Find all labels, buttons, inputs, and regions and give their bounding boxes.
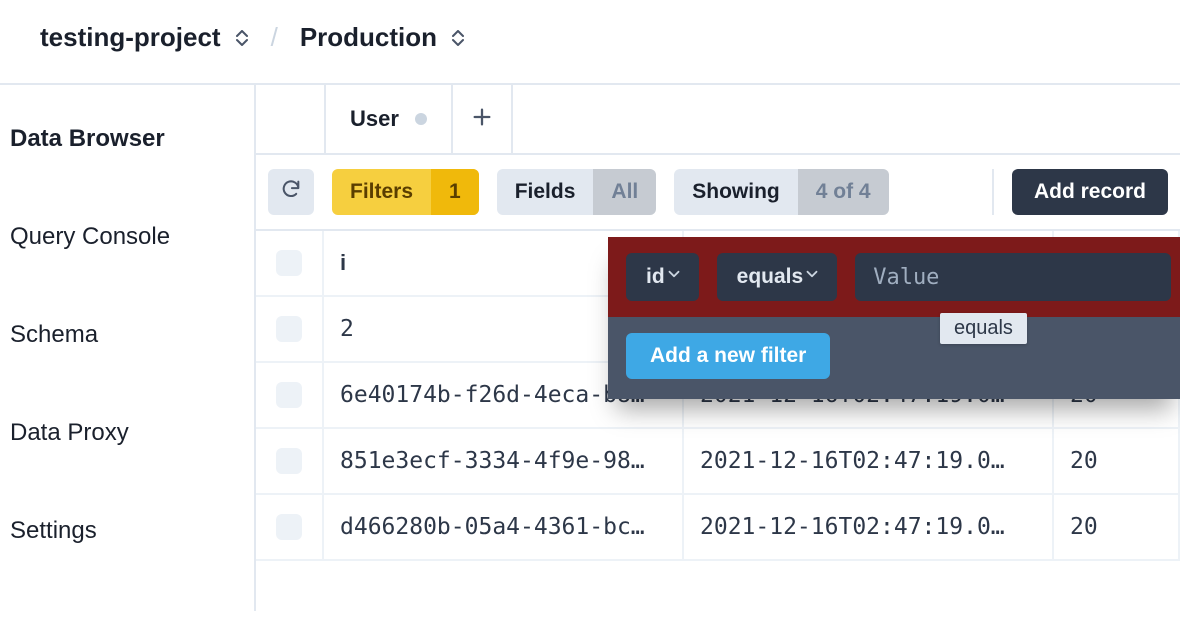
model-tabs-bar: User	[256, 85, 1180, 155]
row-select-cell[interactable]	[256, 495, 324, 559]
sidebar: Data Browser Query Console Schema Data P…	[0, 85, 256, 611]
add-record-button[interactable]: Add record	[1012, 169, 1168, 215]
select-all-cell[interactable]	[256, 231, 324, 295]
showing-label: Showing	[674, 169, 798, 215]
row-select-cell[interactable]	[256, 363, 324, 427]
filter-actions: Add a new filter	[608, 317, 1180, 399]
add-filter-label: Add a new filter	[650, 344, 806, 368]
cell-timestamp2[interactable]: 20	[1054, 429, 1180, 493]
sidebar-item-data-proxy[interactable]: Data Proxy	[10, 401, 254, 465]
sidebar-item-label: Data Proxy	[10, 419, 129, 446]
checkbox-icon	[276, 316, 302, 342]
refresh-button[interactable]	[268, 169, 314, 215]
sidebar-item-schema[interactable]: Schema	[10, 303, 254, 367]
plus-icon	[471, 106, 493, 133]
unsaved-dot-icon	[415, 113, 427, 125]
table-row[interactable]: d466280b-05a4-4361-bc… 2021-12-16T02:47:…	[256, 495, 1180, 561]
checkbox-icon	[276, 448, 302, 474]
filter-condition-row: id equals	[608, 237, 1180, 317]
breadcrumb-project[interactable]: testing-project	[40, 22, 249, 53]
breadcrumb-environment-label: Production	[300, 22, 437, 53]
filters-button[interactable]: Filters 1	[332, 169, 479, 215]
add-record-label: Add record	[1034, 180, 1146, 204]
chevron-updown-icon	[235, 30, 249, 46]
sidebar-item-settings[interactable]: Settings	[10, 499, 254, 563]
showing-button[interactable]: Showing 4 of 4	[674, 169, 888, 215]
filter-popover: id equals equals Add a new	[608, 237, 1180, 399]
breadcrumb-separator: /	[271, 22, 278, 53]
checkbox-icon	[276, 382, 302, 408]
cell-timestamp2[interactable]: 20	[1054, 495, 1180, 559]
filter-field-select[interactable]: id	[626, 253, 699, 301]
fields-button[interactable]: Fields All	[497, 169, 657, 215]
chevron-updown-icon	[451, 30, 465, 46]
cell-id[interactable]: d466280b-05a4-4361-bc…	[324, 495, 684, 559]
sidebar-item-label: Query Console	[10, 223, 170, 250]
row-select-cell[interactable]	[256, 297, 324, 361]
operator-tooltip: equals	[940, 313, 1027, 344]
content: User Filters 1 Fields All	[256, 85, 1180, 611]
sidebar-item-label: Data Browser	[10, 125, 165, 152]
table-row[interactable]: 851e3ecf-3334-4f9e-98… 2021-12-16T02:47:…	[256, 429, 1180, 495]
checkbox-icon	[276, 250, 302, 276]
add-filter-button[interactable]: Add a new filter	[626, 333, 830, 379]
breadcrumb-project-label: testing-project	[40, 22, 221, 53]
breadcrumb: testing-project / Production	[0, 0, 1180, 83]
filters-count-badge: 1	[431, 169, 479, 215]
filters-label: Filters	[332, 169, 431, 215]
model-tab-user[interactable]: User	[324, 85, 453, 153]
sidebar-item-data-browser[interactable]: Data Browser	[10, 117, 254, 171]
toolbar: Filters 1 Fields All Showing 4 of 4 Add …	[256, 155, 1180, 231]
filter-operator-value: equals	[737, 265, 804, 289]
filter-field-value: id	[646, 265, 665, 289]
chevron-down-icon	[665, 265, 683, 289]
filter-value-input[interactable]	[855, 253, 1171, 301]
sidebar-item-label: Settings	[10, 517, 97, 544]
cell-id[interactable]: 851e3ecf-3334-4f9e-98…	[324, 429, 684, 493]
cell-timestamp[interactable]: 2021-12-16T02:47:19.0…	[684, 429, 1054, 493]
filter-operator-select[interactable]: equals	[717, 253, 838, 301]
checkbox-icon	[276, 514, 302, 540]
breadcrumb-environment[interactable]: Production	[300, 22, 465, 53]
sidebar-item-label: Schema	[10, 321, 98, 348]
cell-timestamp[interactable]: 2021-12-16T02:47:19.0…	[684, 495, 1054, 559]
add-model-tab-button[interactable]	[453, 85, 513, 153]
model-tab-label: User	[350, 106, 399, 132]
chevron-down-icon	[803, 265, 821, 289]
showing-count-badge: 4 of 4	[798, 169, 889, 215]
row-select-cell[interactable]	[256, 429, 324, 493]
fields-label: Fields	[497, 169, 594, 215]
fields-scope-badge: All	[593, 169, 656, 215]
sidebar-item-query-console[interactable]: Query Console	[10, 205, 254, 269]
refresh-icon	[280, 178, 302, 206]
